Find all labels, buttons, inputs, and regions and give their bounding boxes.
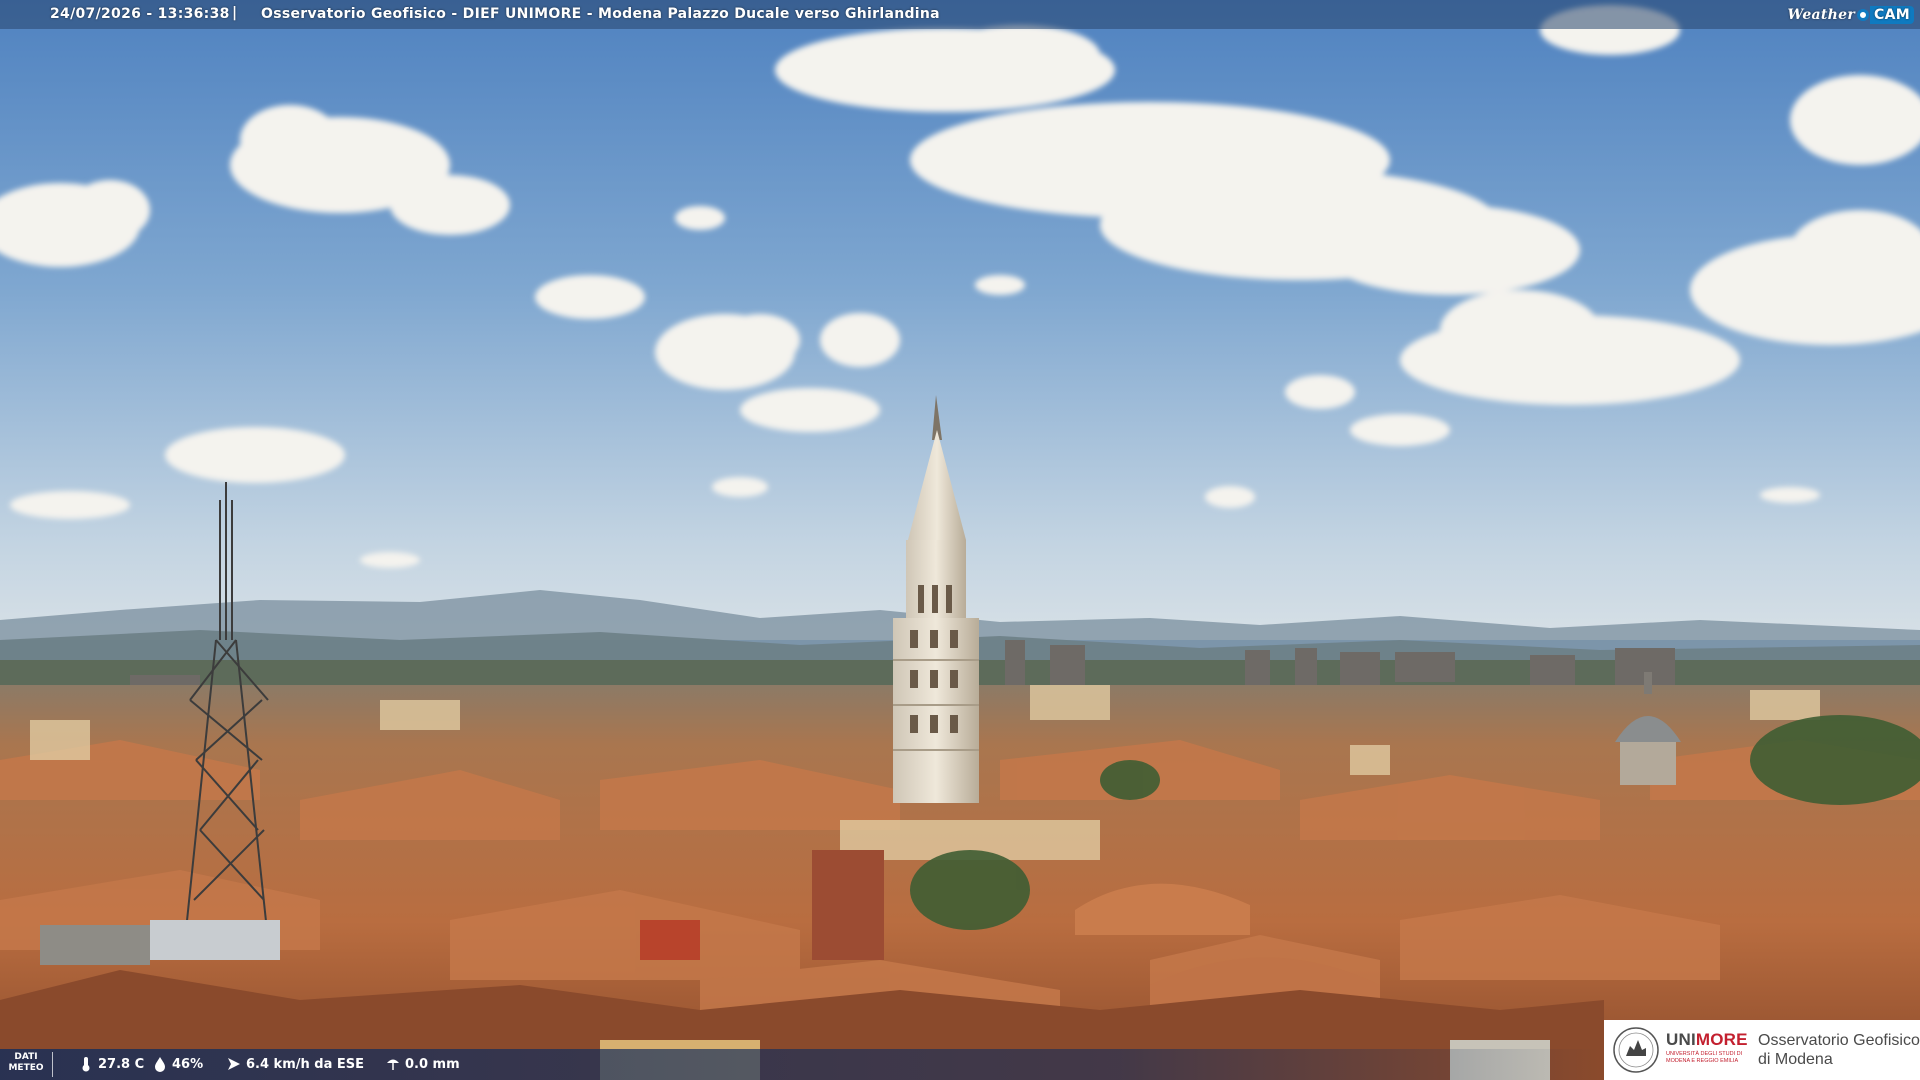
wind-reading: 6.4 km/h da ESE: [226, 1056, 364, 1072]
unimore-subtitle: UNIVERSITÀ DEGLI STUDI DI MODENA E REGGI…: [1666, 1051, 1743, 1064]
wind-icon: [228, 1058, 240, 1070]
unimore-wordmark: UNIMORE: [1666, 1030, 1748, 1049]
humidity-reading: 46%: [152, 1056, 203, 1072]
top-caption-bar: 24/07/2026 - 13:36:38 | Osservatorio Geo…: [0, 0, 1920, 29]
observatory-name: Osservatorio Geofisico di Modena: [1758, 1032, 1920, 1068]
rain-value: 0.0 mm: [405, 1056, 460, 1072]
camera-caption: Osservatorio Geofisico - DIEF UNIMORE - …: [261, 6, 940, 22]
unimore-logo[interactable]: UNIMORE UNIVERSITÀ DEGLI STUDI DI MODENA…: [1604, 1020, 1920, 1080]
brand-weather-text: Weather: [1787, 6, 1856, 23]
caption-separator: |: [232, 5, 238, 21]
webcam-city-view: [0, 0, 1920, 1080]
temperature-value: 27.8 C: [98, 1056, 145, 1072]
weathercam-logo[interactable]: Weather CAM: [1787, 4, 1914, 25]
humidity-value: 46%: [172, 1056, 204, 1072]
temperature-reading: 27.8 C: [78, 1056, 144, 1072]
rain-gauge-icon: [387, 1059, 399, 1070]
brand-lens-icon: [1857, 8, 1870, 21]
thermometer-icon: [82, 1057, 90, 1072]
university-seal-icon: [1613, 1027, 1659, 1073]
rain-reading: 0.0 mm: [385, 1056, 460, 1072]
weather-data-bar: DATI METEO 27.8 C 46% 6.4 km/h da ESE 0.…: [0, 1049, 1600, 1080]
humidity-drop-icon: [155, 1057, 165, 1072]
wind-value: 6.4 km/h da ESE: [246, 1056, 365, 1072]
weather-data-label: DATI METEO: [8, 1052, 44, 1073]
timestamp: 24/07/2026 - 13:36:38: [50, 6, 230, 22]
brand-cam-text: CAM: [1870, 5, 1914, 24]
label-divider: [52, 1052, 53, 1077]
